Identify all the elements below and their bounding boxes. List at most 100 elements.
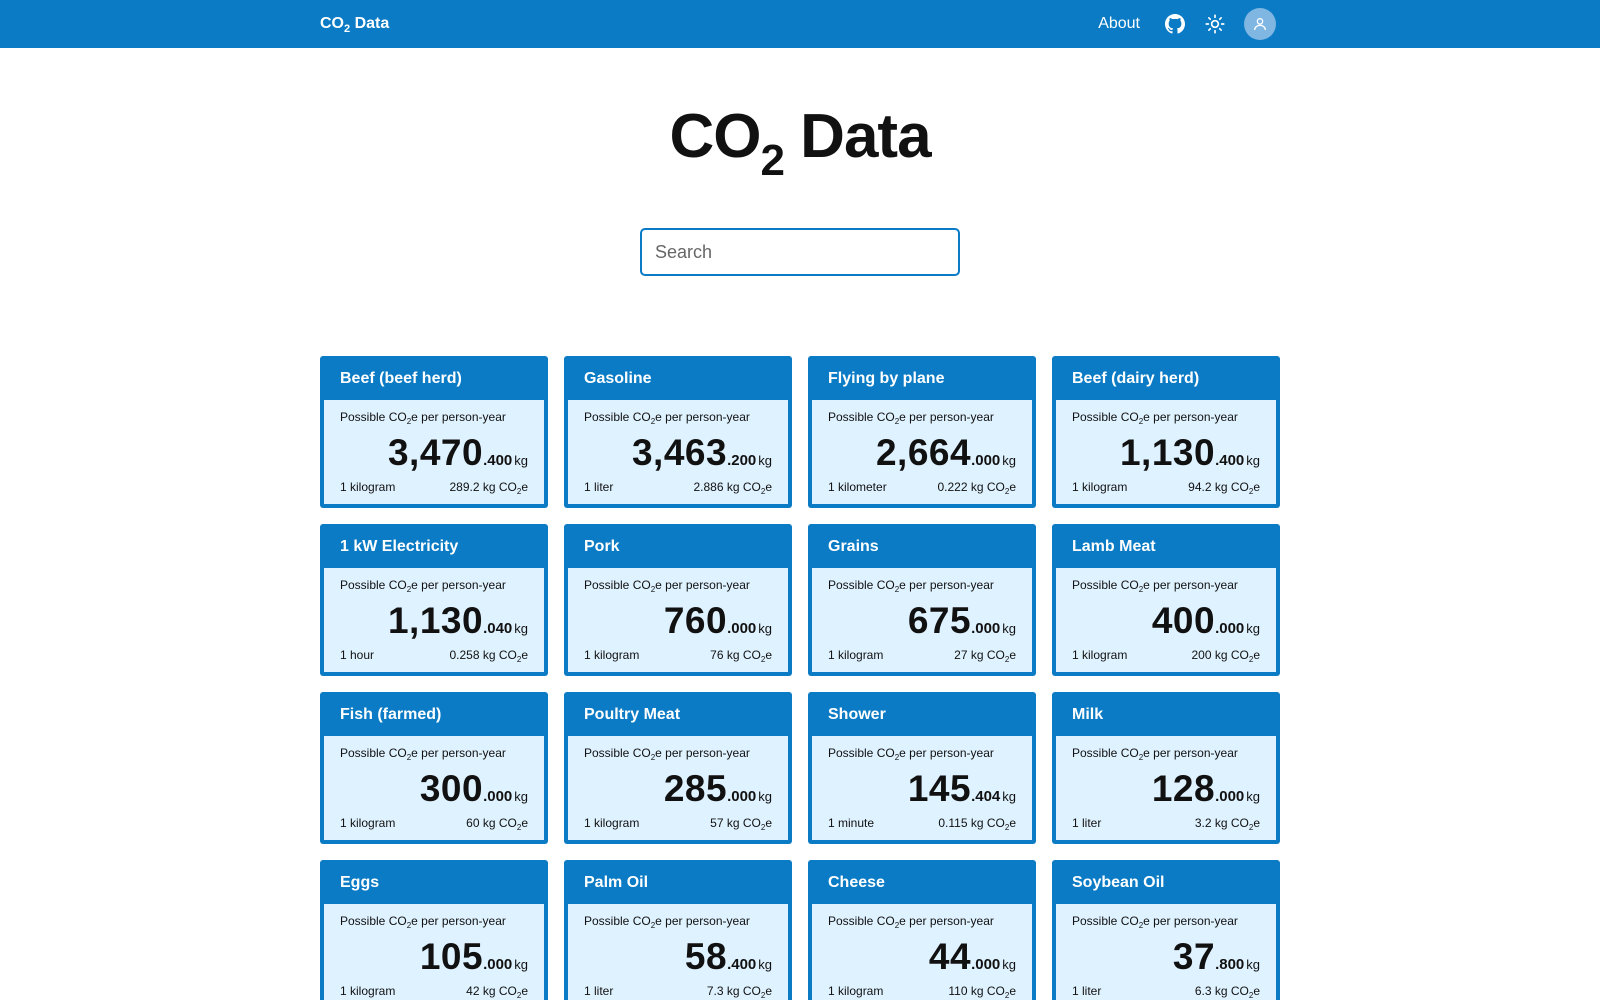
annual-value: 1,130.400 kg	[1120, 432, 1260, 474]
emission-card[interactable]: Grains Possible CO2e per person-year 675…	[808, 524, 1036, 676]
label-subscript: 2	[406, 417, 412, 426]
emission-card[interactable]: Beef (beef herd) Possible CO2e per perso…	[320, 356, 548, 508]
annual-value: 145.404 kg	[908, 768, 1016, 810]
label-text: Possible CO	[340, 578, 407, 592]
emission-card[interactable]: Pork Possible CO2e per person-year 760.0…	[564, 524, 792, 676]
unit-amount: 1 kilogram	[828, 648, 884, 662]
card-title: Pork	[584, 538, 620, 555]
per-person-year-label: Possible CO2e per person-year	[828, 578, 994, 594]
label-text-end: e per person-year	[899, 410, 994, 424]
factor-subscript: 2	[760, 991, 766, 1000]
card-body: Possible CO2e per person-year 145.404 kg …	[812, 736, 1032, 840]
label-subscript: 2	[650, 417, 656, 426]
unit-amount: 1 kilogram	[584, 816, 640, 830]
annual-value: 400.000 kg	[1152, 600, 1260, 642]
user-avatar[interactable]	[1244, 8, 1276, 40]
value-unit: kg	[1002, 789, 1016, 804]
factor-end: e	[765, 480, 772, 494]
emission-card[interactable]: Cheese Possible CO2e per person-year 44.…	[808, 860, 1036, 1000]
label-text: Possible CO	[584, 578, 651, 592]
emission-card[interactable]: Beef (dairy herd) Possible CO2e per pers…	[1052, 356, 1280, 508]
card-body: Possible CO2e per person-year 2,664.000 k…	[812, 400, 1032, 504]
value-decimal: .000	[971, 620, 1001, 637]
annual-value: 105.000 kg	[420, 936, 528, 978]
factor-text: 3.2 kg CO	[1194, 816, 1249, 830]
label-subscript: 2	[1138, 585, 1144, 594]
emission-card[interactable]: Fish (farmed) Possible CO2e per person-y…	[320, 692, 548, 844]
value-unit: kg	[1246, 957, 1260, 972]
card-body: Possible CO2e per person-year 3,463.200 k…	[568, 400, 788, 504]
label-subscript: 2	[1138, 753, 1144, 762]
value-unit: kg	[1246, 789, 1260, 804]
emission-factor: 0.258 kg CO2e	[449, 648, 528, 664]
factor-subscript: 2	[1248, 823, 1254, 832]
label-text: Possible CO	[584, 746, 651, 760]
factor-text: 0.258 kg CO	[449, 648, 517, 662]
value-unit: kg	[758, 453, 772, 468]
value-integer: 58	[684, 936, 728, 977]
label-subscript: 2	[1138, 921, 1144, 930]
value-decimal: .000	[727, 788, 757, 805]
factor-text: 60 kg CO	[466, 816, 517, 830]
label-text-end: e per person-year	[655, 746, 750, 760]
value-integer: 2,664	[875, 432, 972, 473]
github-icon[interactable]	[1164, 13, 1186, 35]
search-input[interactable]	[640, 228, 960, 276]
card-body: Possible CO2e per person-year 58.400 kg 1…	[568, 904, 788, 1000]
emission-card[interactable]: Palm Oil Possible CO2e per person-year 5…	[564, 860, 792, 1000]
per-person-year-label: Possible CO2e per person-year	[1072, 578, 1238, 594]
label-text-end: e per person-year	[411, 410, 506, 424]
emission-card[interactable]: Shower Possible CO2e per person-year 145…	[808, 692, 1036, 844]
label-text: Possible CO	[828, 410, 895, 424]
value-integer: 675	[907, 600, 972, 641]
card-title: Grains	[828, 538, 879, 555]
emission-card[interactable]: Lamb Meat Possible CO2e per person-year …	[1052, 524, 1280, 676]
per-person-year-label: Possible CO2e per person-year	[828, 746, 994, 762]
emission-card[interactable]: Soybean Oil Possible CO2e per person-yea…	[1052, 860, 1280, 1000]
factor-text: 27 kg CO	[954, 648, 1005, 662]
value-decimal: .400	[1215, 452, 1245, 469]
per-person-year-label: Possible CO2e per person-year	[340, 410, 506, 426]
emission-card[interactable]: 1 kW Electricity Possible CO2e per perso…	[320, 524, 548, 676]
label-text-end: e per person-year	[411, 578, 506, 592]
label-text-end: e per person-year	[899, 578, 994, 592]
about-link[interactable]: About	[1098, 15, 1140, 33]
value-integer: 1,130	[387, 600, 484, 641]
sun-icon[interactable]	[1204, 13, 1226, 35]
value-integer: 37	[1172, 936, 1216, 977]
per-person-year-label: Possible CO2e per person-year	[828, 410, 994, 426]
value-unit: kg	[514, 957, 528, 972]
card-body: Possible CO2e per person-year 3,470.400 k…	[324, 400, 544, 504]
value-unit: kg	[758, 789, 772, 804]
brand-co: CO	[320, 15, 344, 32]
emission-card[interactable]: Gasoline Possible CO2e per person-year 3…	[564, 356, 792, 508]
label-text: Possible CO	[828, 914, 895, 928]
unit-amount: 1 kilogram	[584, 648, 640, 662]
emission-card[interactable]: Eggs Possible CO2e per person-year 105.0…	[320, 860, 548, 1000]
factor-subscript: 2	[516, 823, 522, 832]
factor-text: 57 kg CO	[710, 816, 761, 830]
emission-card[interactable]: Milk Possible CO2e per person-year 128.0…	[1052, 692, 1280, 844]
unit-amount: 1 kilogram	[828, 984, 884, 998]
value-integer: 300	[419, 768, 484, 809]
card-body: Possible CO2e per person-year 37.800 kg 1…	[1056, 904, 1276, 1000]
per-person-year-label: Possible CO2e per person-year	[584, 914, 750, 930]
per-person-year-label: Possible CO2e per person-year	[1072, 746, 1238, 762]
annual-value: 675.000 kg	[908, 600, 1016, 642]
emission-factor: 0.222 kg CO2e	[937, 480, 1016, 496]
value-unit: kg	[758, 621, 772, 636]
emission-card[interactable]: Flying by plane Possible CO2e per person…	[808, 356, 1036, 508]
emission-factor: 110 kg CO2e	[948, 984, 1016, 1000]
label-text: Possible CO	[584, 914, 651, 928]
value-unit: kg	[1246, 453, 1260, 468]
card-body: Possible CO2e per person-year 105.000 kg …	[324, 904, 544, 1000]
value-decimal: .000	[1215, 620, 1245, 637]
label-subscript: 2	[406, 753, 412, 762]
annual-value: 1,130.040 kg	[388, 600, 528, 642]
label-subscript: 2	[894, 753, 900, 762]
factor-subscript: 2	[516, 655, 522, 664]
brand-link[interactable]: CO2 Data	[320, 14, 389, 35]
emission-card[interactable]: Poultry Meat Possible CO2e per person-ye…	[564, 692, 792, 844]
card-body: Possible CO2e per person-year 1,130.400 k…	[1056, 400, 1276, 504]
label-text: Possible CO	[1072, 746, 1139, 760]
